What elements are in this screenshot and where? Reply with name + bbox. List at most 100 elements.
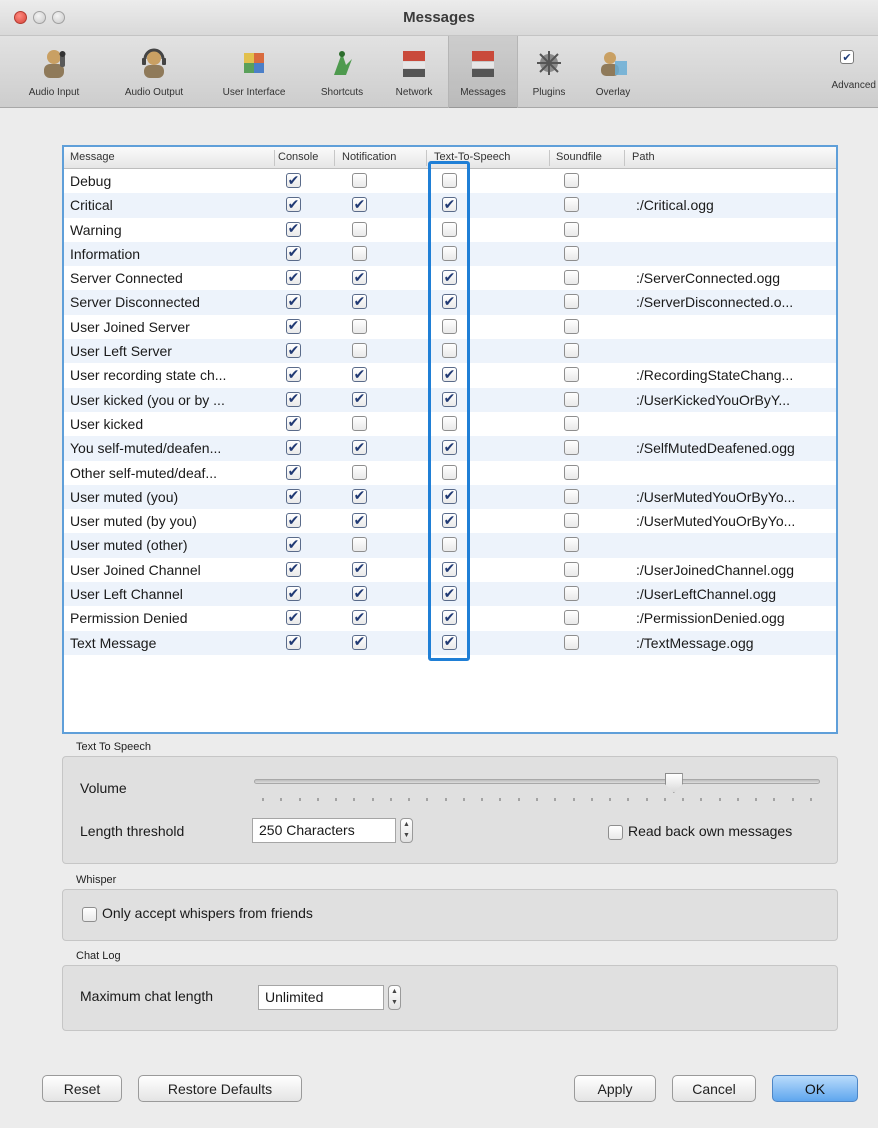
soundfile-checkbox[interactable] xyxy=(564,245,579,261)
table-row[interactable]: User muted (other) xyxy=(64,533,836,558)
notification-checkbox[interactable] xyxy=(352,586,367,602)
soundfile-checkbox[interactable] xyxy=(564,318,579,334)
notification-checkbox[interactable] xyxy=(352,537,367,553)
notification-checkbox[interactable] xyxy=(352,367,367,383)
console-checkbox[interactable] xyxy=(286,343,301,359)
column-header-message[interactable]: Message xyxy=(70,151,115,163)
column-header-text-to-speech[interactable]: Text-To-Speech xyxy=(434,151,510,163)
console-checkbox[interactable] xyxy=(286,586,301,602)
console-checkbox[interactable] xyxy=(286,245,301,261)
whisper-friends-checkbox[interactable] xyxy=(82,907,97,922)
soundfile-checkbox[interactable] xyxy=(564,610,579,626)
console-checkbox[interactable] xyxy=(286,464,301,480)
soundfile-checkbox[interactable] xyxy=(564,343,579,359)
soundfile-checkbox[interactable] xyxy=(564,415,579,431)
toolbar-item-messages[interactable]: Messages xyxy=(448,36,518,108)
notification-checkbox[interactable] xyxy=(352,294,367,310)
soundfile-checkbox[interactable] xyxy=(564,464,579,480)
console-checkbox[interactable] xyxy=(286,610,301,626)
soundfile-checkbox[interactable] xyxy=(564,440,579,456)
notification-checkbox[interactable] xyxy=(352,513,367,529)
table-row[interactable]: User Left Server xyxy=(64,339,836,364)
console-checkbox[interactable] xyxy=(286,173,301,188)
notification-checkbox[interactable] xyxy=(352,440,367,456)
advanced-checkbox[interactable]: ✔ xyxy=(840,50,854,64)
column-header-console[interactable]: Console xyxy=(278,151,318,163)
restore-defaults-button[interactable]: Restore Defaults xyxy=(138,1075,302,1102)
toolbar-item-audio-input[interactable]: Audio Input xyxy=(4,36,104,108)
tts-checkbox[interactable] xyxy=(442,586,457,602)
cancel-button[interactable]: Cancel xyxy=(672,1075,756,1102)
soundfile-checkbox[interactable] xyxy=(564,488,579,504)
tts-checkbox[interactable] xyxy=(442,197,457,213)
table-row[interactable]: Server Connected:/ServerConnected.ogg xyxy=(64,266,836,290)
table-row[interactable]: Debug xyxy=(64,169,836,193)
notification-checkbox[interactable] xyxy=(352,221,367,237)
tts-checkbox[interactable] xyxy=(442,245,457,261)
table-row[interactable]: User kicked xyxy=(64,412,836,436)
tts-checkbox[interactable] xyxy=(442,488,457,504)
soundfile-checkbox[interactable] xyxy=(564,294,579,310)
console-checkbox[interactable] xyxy=(286,391,301,407)
table-row[interactable]: User Joined Channel:/UserJoinedChannel.o… xyxy=(64,558,836,582)
table-row[interactable]: Permission Denied:/PermissionDenied.ogg xyxy=(64,606,836,630)
notification-checkbox[interactable] xyxy=(352,488,367,504)
length-threshold-input[interactable]: 250 Characters xyxy=(252,818,396,843)
ok-button[interactable]: OK xyxy=(772,1075,858,1102)
table-row[interactable]: User kicked (you or by ...:/UserKickedYo… xyxy=(64,387,836,412)
table-row[interactable]: You self-muted/deafen...:/SelfMutedDeafe… xyxy=(64,436,836,461)
console-checkbox[interactable] xyxy=(286,294,301,310)
table-row[interactable]: Warning xyxy=(64,218,836,242)
tts-checkbox[interactable] xyxy=(442,173,457,188)
soundfile-checkbox[interactable] xyxy=(564,537,579,553)
console-checkbox[interactable] xyxy=(286,367,301,383)
soundfile-checkbox[interactable] xyxy=(564,391,579,407)
toolbar-item-user-interface[interactable]: User Interface xyxy=(204,36,304,108)
tts-checkbox[interactable] xyxy=(442,415,457,431)
table-row[interactable]: Critical:/Critical.ogg xyxy=(64,193,836,218)
table-row[interactable]: User muted (you):/UserMutedYouOrByYo... xyxy=(64,484,836,510)
toolbar-item-audio-output[interactable]: Audio Output xyxy=(104,36,204,108)
soundfile-checkbox[interactable] xyxy=(564,634,579,650)
tts-checkbox[interactable] xyxy=(442,513,457,529)
column-header-path[interactable]: Path xyxy=(632,151,655,163)
console-checkbox[interactable] xyxy=(286,318,301,334)
toolbar-item-overlay[interactable]: Overlay xyxy=(580,36,646,108)
soundfile-checkbox[interactable] xyxy=(564,586,579,602)
console-checkbox[interactable] xyxy=(286,415,301,431)
tts-checkbox[interactable] xyxy=(442,367,457,383)
notification-checkbox[interactable] xyxy=(352,197,367,213)
tts-checkbox[interactable] xyxy=(442,343,457,359)
toolbar-item-shortcuts[interactable]: Shortcuts xyxy=(304,36,380,108)
notification-checkbox[interactable] xyxy=(352,343,367,359)
console-checkbox[interactable] xyxy=(286,513,301,529)
toolbar-item-plugins[interactable]: Plugins xyxy=(518,36,580,108)
soundfile-checkbox[interactable] xyxy=(564,197,579,213)
notification-checkbox[interactable] xyxy=(352,173,367,188)
tts-checkbox[interactable] xyxy=(442,610,457,626)
table-row[interactable]: User Joined Server xyxy=(64,315,836,339)
soundfile-checkbox[interactable] xyxy=(564,270,579,286)
console-checkbox[interactable] xyxy=(286,197,301,213)
table-row[interactable]: Server Disconnected:/ServerDisconnected.… xyxy=(64,290,836,315)
notification-checkbox[interactable] xyxy=(352,415,367,431)
reset-button[interactable]: Reset xyxy=(42,1075,122,1102)
soundfile-checkbox[interactable] xyxy=(564,367,579,383)
notification-checkbox[interactable] xyxy=(352,270,367,286)
soundfile-checkbox[interactable] xyxy=(564,561,579,577)
tts-checkbox[interactable] xyxy=(442,561,457,577)
soundfile-checkbox[interactable] xyxy=(564,173,579,188)
column-header-notification[interactable]: Notification xyxy=(342,151,396,163)
tts-checkbox[interactable] xyxy=(442,318,457,334)
console-checkbox[interactable] xyxy=(286,634,301,650)
notification-checkbox[interactable] xyxy=(352,318,367,334)
soundfile-checkbox[interactable] xyxy=(564,221,579,237)
notification-checkbox[interactable] xyxy=(352,391,367,407)
tts-checkbox[interactable] xyxy=(442,221,457,237)
tts-checkbox[interactable] xyxy=(442,537,457,553)
notification-checkbox[interactable] xyxy=(352,634,367,650)
console-checkbox[interactable] xyxy=(286,561,301,577)
soundfile-checkbox[interactable] xyxy=(564,513,579,529)
notification-checkbox[interactable] xyxy=(352,245,367,261)
notification-checkbox[interactable] xyxy=(352,561,367,577)
